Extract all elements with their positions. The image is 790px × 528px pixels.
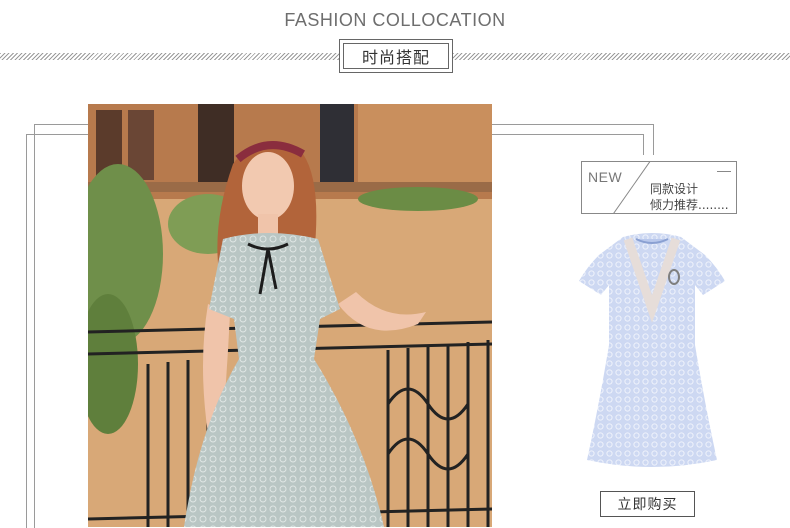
frame-line-right-inner [492, 134, 644, 155]
new-card-dash [717, 171, 731, 172]
model-photo [88, 104, 492, 527]
product-dress-illustration [579, 233, 725, 467]
new-card: NEW 同款设计 倾力推荐........ [581, 161, 737, 214]
header-divider-right [453, 53, 790, 60]
product-dress-image[interactable] [578, 233, 726, 468]
header-badge: 时尚搭配 [339, 39, 453, 73]
new-card-line2: 倾力推荐........ [650, 198, 729, 212]
frame-line-inner [34, 124, 89, 528]
header-badge-label: 时尚搭配 [343, 43, 449, 69]
buy-now-button[interactable]: 立即购买 [600, 491, 695, 517]
header-title: FASHION COLLOCATION [284, 10, 506, 30]
model-photo-illustration [88, 104, 492, 527]
new-tag: NEW [588, 169, 623, 185]
header-divider-left [0, 53, 339, 60]
new-card-line1: 同款设计 [650, 182, 699, 196]
